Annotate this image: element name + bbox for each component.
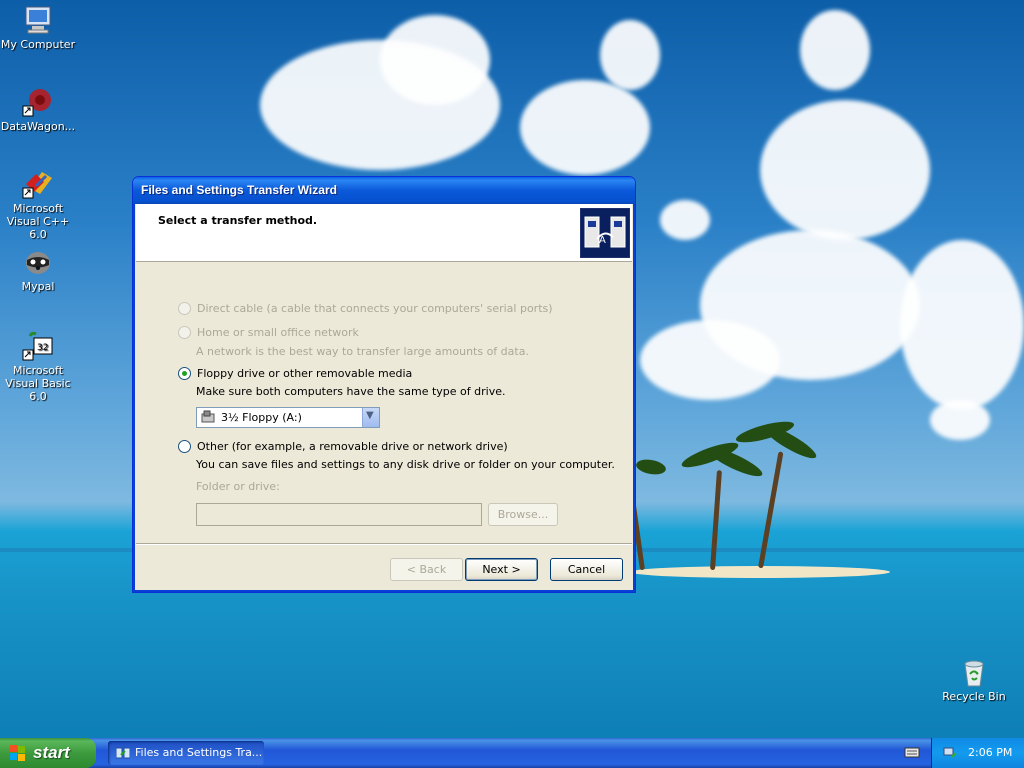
desktop-icon-label: Recycle Bin: [942, 690, 1006, 703]
floppy-drive-icon: [201, 410, 215, 424]
wizard-window: Files and Settings Transfer Wizard Selec…: [132, 176, 636, 593]
option-home-network: Home or small office network: [178, 326, 359, 339]
option-direct-cable: Direct cable (a cable that connects your…: [178, 302, 553, 315]
cancel-button[interactable]: Cancel: [550, 558, 623, 581]
visual-cpp-icon: [22, 168, 54, 200]
svg-text:A: A: [599, 235, 606, 246]
network-icon[interactable]: [942, 745, 958, 761]
dropdown-button[interactable]: ▼: [362, 408, 379, 427]
page-heading: Select a transfer method.: [158, 214, 318, 227]
desktop-icon-my-computer[interactable]: My Computer: [0, 4, 78, 51]
direct-cable-label: Direct cable (a cable that connects your…: [197, 302, 553, 315]
windows-logo-icon: [10, 745, 26, 761]
palm-trunk: [710, 470, 722, 571]
cloud: [760, 100, 930, 240]
recycle-bin-icon: [958, 656, 990, 688]
desktop-icon-mypal[interactable]: Mypal: [0, 246, 78, 293]
home-network-label: Home or small office network: [197, 326, 359, 339]
option-other[interactable]: Other (for example, a removable drive or…: [178, 440, 508, 453]
transfer-wizard-icon: A: [580, 208, 630, 258]
taskbar: start Files and Settings Tra... 2:06 PM: [0, 738, 1024, 768]
wizard-header: Select a transfer method. A: [136, 204, 632, 262]
clock[interactable]: 2:06 PM: [968, 746, 1012, 759]
floppy-radio[interactable]: [178, 367, 191, 380]
floppy-description: Make sure both computers have the same t…: [196, 385, 506, 398]
option-floppy[interactable]: Floppy drive or other removable media: [178, 367, 412, 380]
title-bar[interactable]: Files and Settings Transfer Wizard: [133, 177, 635, 204]
other-radio[interactable]: [178, 440, 191, 453]
other-label[interactable]: Other (for example, a removable drive or…: [197, 440, 508, 453]
window-title: Files and Settings Transfer Wizard: [141, 183, 337, 197]
folder-label: Folder or drive:: [196, 480, 280, 493]
drive-select-value: 3½ Floppy (A:): [221, 411, 302, 424]
start-label: start: [33, 743, 70, 762]
cloud: [930, 400, 990, 440]
folder-input[interactable]: [196, 503, 482, 526]
my-computer-icon: [22, 4, 54, 36]
taskbar-item-label: Files and Settings Tra...: [135, 746, 263, 759]
desktop-icon-visual-cpp[interactable]: Microsoft Visual C++ 6.0: [0, 168, 78, 241]
start-button[interactable]: start: [0, 738, 96, 768]
taskbar-item-transfer-wizard[interactable]: Files and Settings Tra...: [108, 741, 264, 765]
desktop-icon-datawagon[interactable]: DataWagon...: [0, 86, 78, 133]
desktop-icon-label: DataWagon...: [0, 120, 76, 133]
cloud: [660, 200, 710, 240]
drive-select[interactable]: 3½ Floppy (A:) ▼: [196, 407, 380, 428]
system-tray: 2:06 PM: [931, 738, 1024, 768]
cloud: [640, 320, 780, 400]
other-description: You can save files and settings to any d…: [196, 458, 615, 471]
next-button[interactable]: Next >: [465, 558, 538, 581]
visual-basic-icon: 32: [22, 330, 54, 362]
transfer-wizard-icon: [115, 746, 131, 760]
home-network-radio: [178, 326, 191, 339]
direct-cable-radio: [178, 302, 191, 315]
cloud: [600, 20, 660, 90]
floppy-label[interactable]: Floppy drive or other removable media: [197, 367, 412, 380]
desktop-icon-label: My Computer: [0, 38, 76, 51]
button-separator: [136, 543, 632, 545]
mypal-icon: [22, 246, 54, 278]
desktop-icon-label: Microsoft Visual C++ 6.0: [6, 202, 70, 241]
cloud: [380, 15, 490, 105]
desktop-icon-visual-basic[interactable]: 32 Microsoft Visual Basic 6.0: [0, 330, 78, 403]
cloud: [800, 10, 870, 90]
browse-button[interactable]: Browse...: [488, 503, 558, 526]
chevron-down-icon: ▼: [366, 410, 374, 421]
desktop-icon-recycle-bin[interactable]: Recycle Bin: [934, 656, 1014, 703]
keyboard-icon[interactable]: [904, 745, 920, 759]
cloud: [520, 80, 650, 175]
datawagon-icon: [22, 86, 54, 118]
desktop-icon-label: Mypal: [21, 280, 55, 293]
svg-text:32: 32: [37, 343, 48, 353]
desktop-icon-label: Microsoft Visual Basic 6.0: [5, 364, 71, 403]
cloud: [900, 240, 1024, 410]
back-button[interactable]: < Back: [390, 558, 463, 581]
palm-leaf: [635, 457, 667, 477]
home-network-description: A network is the best way to transfer la…: [196, 345, 529, 358]
wizard-body: Select a transfer method. A Direct cable…: [136, 204, 632, 589]
